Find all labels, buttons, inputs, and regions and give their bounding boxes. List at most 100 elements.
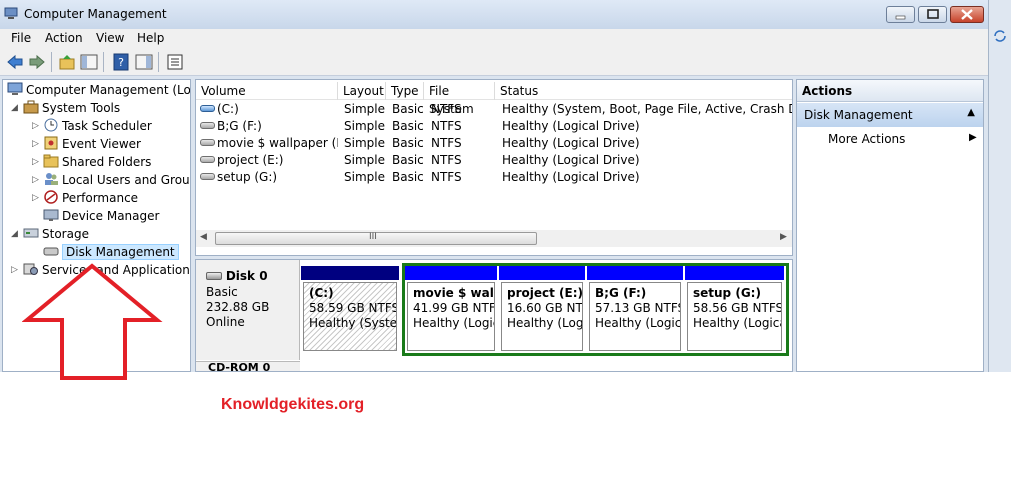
tree-item-root[interactable]: Computer Management (Local — [7, 82, 190, 100]
actions-pane: Actions Disk Management ▲ More Actions ▶ — [796, 79, 984, 372]
minimize-icon — [895, 15, 906, 20]
logical-drive-bar — [499, 266, 585, 280]
toolbar-separator — [103, 52, 104, 72]
tree-item-shared-folders[interactable]: Shared Folders — [43, 154, 151, 172]
disk-map: Disk 0 Basic 232.88 GB Online CD-ROM 0 (… — [195, 259, 793, 372]
column-header-layout[interactable]: Layout — [338, 82, 386, 100]
volume-icon — [200, 156, 215, 163]
volume-icon — [200, 173, 215, 180]
column-header-file-system[interactable]: File System — [424, 82, 495, 116]
partition-c[interactable]: (C:) 58.59 GB NTFS Healthy (System — [301, 266, 399, 353]
cdrom-label[interactable]: CD-ROM 0 — [196, 361, 300, 372]
forward-arrow-icon[interactable] — [28, 53, 46, 71]
toolbar-separator — [51, 52, 52, 72]
red-arrow-annotation — [22, 263, 163, 380]
tree-item-storage[interactable]: Storage — [23, 226, 89, 244]
expand-arrow-icon[interactable]: ▷ — [32, 157, 39, 167]
storage-icon — [23, 228, 39, 238]
collapse-arrow-icon[interactable]: ◢ — [11, 229, 18, 239]
disk0-name: Disk 0 — [225, 269, 268, 283]
event-log-icon — [44, 136, 58, 150]
column-header-type[interactable]: Type — [386, 82, 424, 100]
minimize-button[interactable] — [886, 6, 915, 23]
menu-help[interactable]: Help — [137, 31, 164, 45]
volume-list-header: Volume Layout Type File System Status — [196, 82, 792, 116]
properties-icon[interactable] — [166, 53, 184, 71]
expand-arrow-icon[interactable]: ▷ — [32, 121, 39, 131]
volume-icon — [200, 122, 215, 129]
disk0-type: Basic — [206, 285, 238, 299]
partition-f-box: B;G (F:) 57.13 GB NTFS Healthy (Logica — [589, 282, 681, 351]
tree-item-device-manager[interactable]: Device Manager — [43, 208, 159, 226]
show-action-pane-icon[interactable] — [135, 53, 153, 71]
scroll-left-arrow-icon[interactable]: ◀ — [200, 232, 207, 242]
tree-item-event-viewer[interactable]: Event Viewer — [43, 136, 141, 154]
actions-section-disk-management[interactable]: Disk Management ▲ — [797, 103, 983, 127]
computer-management-icon — [4, 7, 18, 19]
window-title: Computer Management — [24, 7, 167, 21]
tree-item-system-tools[interactable]: System Tools — [23, 100, 120, 118]
partition-f[interactable]: B;G (F:) 57.13 GB NTFS Healthy (Logica — [587, 266, 683, 353]
restore-icon — [927, 9, 939, 19]
shared-folder-icon — [43, 154, 59, 168]
tree-item-local-users[interactable]: Local Users and Groups — [43, 172, 190, 190]
actions-title: Actions — [797, 80, 983, 102]
disk0-label[interactable]: Disk 0 Basic 232.88 GB Online — [196, 260, 300, 360]
tree-item-disk-management[interactable]: Disk Management — [43, 244, 179, 262]
more-actions-link[interactable]: More Actions — [828, 132, 905, 146]
table-row[interactable]: movie $ wallpaper (D:) Simple Basic NTFS… — [196, 135, 792, 152]
column-header-volume[interactable]: Volume — [196, 82, 338, 100]
scrollbar-thumb[interactable]: III — [215, 232, 537, 245]
collapse-triangle-icon[interactable]: ▲ — [967, 107, 975, 118]
back-arrow-icon[interactable] — [6, 53, 24, 71]
disk0-state: Online — [206, 315, 245, 329]
show-hide-tree-icon[interactable] — [80, 53, 98, 71]
column-header-status[interactable]: Status — [495, 82, 792, 100]
help-icon[interactable]: ? — [112, 53, 130, 71]
expand-arrow-icon[interactable]: ▷ — [11, 265, 18, 275]
partition-d[interactable]: movie $ wallp 41.99 GB NTFS Healthy (Log… — [405, 266, 497, 353]
computer-icon — [7, 82, 23, 95]
disk-management-icon — [43, 247, 59, 256]
disk-icon — [206, 272, 222, 280]
expand-arrow-icon[interactable]: ▷ — [32, 175, 39, 185]
title-bar: Computer Management — [0, 0, 988, 29]
scroll-right-arrow-icon[interactable]: ▶ — [780, 232, 787, 242]
menu-view[interactable]: View — [96, 31, 124, 45]
expand-arrow-icon[interactable]: ▷ — [32, 139, 39, 149]
maximize-button[interactable] — [918, 6, 947, 23]
tree-item-performance[interactable]: Performance — [43, 190, 138, 208]
scroll-grip: III — [369, 232, 377, 242]
watermark-text: Knowldgekites.org — [221, 396, 365, 413]
toolbox-icon — [23, 100, 39, 114]
performance-icon — [44, 190, 58, 204]
table-row[interactable]: project (E:) Simple Basic NTFS Healthy (… — [196, 152, 792, 169]
menu-bar: File Action View Help — [0, 29, 988, 48]
partition-e[interactable]: project (E:) 16.60 GB NTFS Healthy (Logi — [499, 266, 585, 353]
device-manager-icon — [43, 209, 59, 221]
cdrom-name: CD-ROM 0 — [208, 361, 271, 372]
tree-item-task-scheduler[interactable]: Task Scheduler — [43, 118, 152, 136]
volume-icon — [200, 139, 215, 146]
partition-g[interactable]: setup (G:) 58.56 GB NTFS Healthy (Logica — [685, 266, 784, 353]
toolbar: ? — [0, 48, 988, 76]
table-row[interactable]: (C:) Simple Basic NTFS Healthy (System, … — [196, 101, 792, 118]
menu-file[interactable]: File — [11, 31, 31, 45]
logical-drive-bar — [587, 266, 683, 280]
collapse-arrow-icon[interactable]: ◢ — [11, 103, 18, 113]
menu-action[interactable]: Action — [45, 31, 83, 45]
logical-drive-bar — [685, 266, 784, 280]
partition-g-box: setup (G:) 58.56 GB NTFS Healthy (Logica — [687, 282, 782, 351]
up-folder-icon[interactable] — [58, 53, 76, 71]
users-icon — [45, 173, 58, 185]
toolbar-separator — [158, 52, 159, 72]
primary-partition-bar — [301, 266, 399, 280]
refresh-icon — [994, 30, 1006, 42]
clock-icon — [44, 118, 58, 132]
close-button[interactable] — [950, 6, 984, 23]
table-row[interactable]: B;G (F:) Simple Basic NTFS Healthy (Logi… — [196, 118, 792, 135]
horizontal-scrollbar[interactable]: ◀ III ▶ — [196, 230, 792, 247]
submenu-arrow-icon[interactable]: ▶ — [969, 132, 977, 143]
table-row[interactable]: setup (G:) Simple Basic NTFS Healthy (Lo… — [196, 169, 792, 186]
expand-arrow-icon[interactable]: ▷ — [32, 193, 39, 203]
